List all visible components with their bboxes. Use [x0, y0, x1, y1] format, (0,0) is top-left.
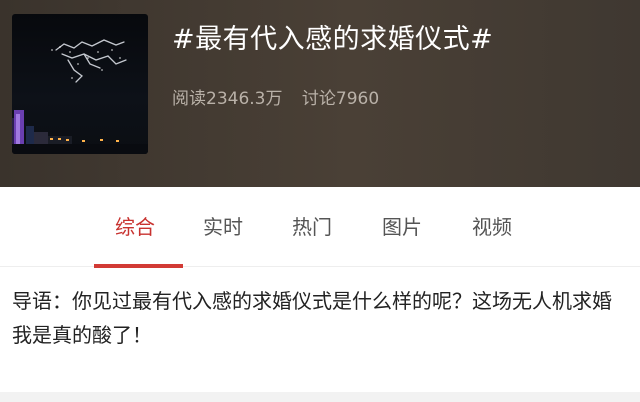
topic-title: #最有代入感的求婚仪式# — [172, 24, 494, 55]
divider — [0, 392, 640, 402]
tab-hot[interactable]: 热门 — [292, 213, 332, 241]
active-tab-indicator — [94, 264, 183, 268]
drone-light-show-image[interactable] — [12, 14, 148, 154]
tab-comprehensive[interactable]: 综合 — [115, 213, 155, 241]
topic-header: #最有代入感的求婚仪式# 阅读2346.3万 讨论7960 — [0, 0, 640, 187]
topic-stats: 阅读2346.3万 讨论7960 — [172, 87, 379, 111]
tab-realtime[interactable]: 实时 — [203, 213, 243, 241]
tab-videos[interactable]: 视频 — [472, 213, 512, 241]
topic-guide-text: 导语：你见过最有代入感的求婚仪式是什么样的呢？这场无人机求婚我是真的酸了！ — [12, 289, 612, 347]
read-count: 阅读2346.3万 — [172, 89, 283, 109]
tab-bar: 综合 实时 热门 图片 视频 — [0, 187, 640, 268]
tab-images[interactable]: 图片 — [382, 213, 422, 241]
discussion-count: 讨论7960 — [301, 89, 380, 109]
